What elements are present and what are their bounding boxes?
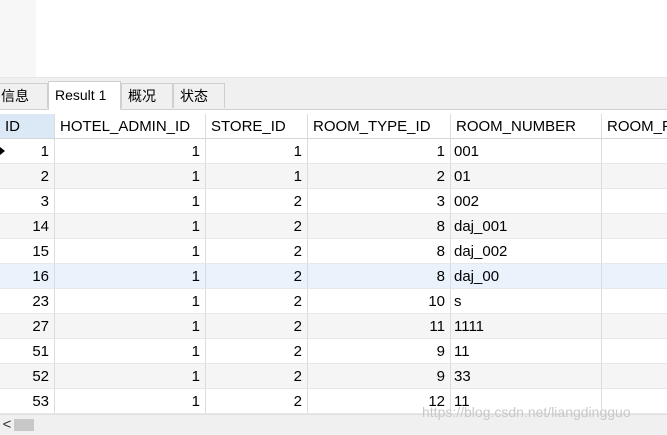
cell-room-type-id[interactable]: 11	[308, 314, 451, 339]
cell-room-f[interactable]	[602, 314, 667, 339]
cell-store-id[interactable]: 2	[206, 339, 308, 364]
table-row[interactable]: 23 1 2 10 s	[0, 289, 667, 314]
cell-store-id[interactable]: 1	[206, 164, 308, 189]
cell-room-type-id[interactable]: 9	[308, 364, 451, 389]
cell-hotel-admin-id[interactable]: 1	[55, 189, 206, 214]
table-row[interactable]: 3 1 2 3 002	[0, 189, 667, 214]
cell-hotel-admin-id[interactable]: 1	[55, 389, 206, 414]
cell-hotel-admin-id[interactable]: 1	[55, 239, 206, 264]
cell-id[interactable]: 1	[0, 139, 55, 164]
tab-result-1[interactable]: Result 1	[48, 81, 121, 110]
cell-store-id[interactable]: 2	[206, 239, 308, 264]
current-row-indicator-icon	[0, 147, 5, 155]
cell-room-number[interactable]: daj_00	[451, 264, 602, 289]
cell-id[interactable]: 52	[0, 364, 55, 389]
cell-store-id[interactable]: 2	[206, 364, 308, 389]
cell-room-f[interactable]	[602, 239, 667, 264]
grid-header: ID HOTEL_ADMIN_ID STORE_ID ROOM_TYPE_ID …	[0, 114, 667, 139]
column-header-room-f[interactable]: ROOM_F	[602, 114, 667, 139]
cell-id[interactable]: 51	[0, 339, 55, 364]
column-header-store-id[interactable]: STORE_ID	[206, 114, 308, 139]
cell-room-type-id[interactable]: 9	[308, 339, 451, 364]
cell-room-f[interactable]	[602, 264, 667, 289]
cell-room-type-id[interactable]: 1	[308, 139, 451, 164]
scroll-thumb[interactable]	[14, 419, 34, 431]
cell-room-number[interactable]: 1111	[451, 314, 602, 339]
table-row[interactable]: 1 1 1 1 001	[0, 139, 667, 164]
cell-room-type-id[interactable]: 10	[308, 289, 451, 314]
cell-room-number[interactable]: daj_002	[451, 239, 602, 264]
cell-id[interactable]: 2	[0, 164, 55, 189]
cell-id[interactable]: 14	[0, 214, 55, 239]
cell-store-id[interactable]: 2	[206, 214, 308, 239]
editor-gutter	[0, 0, 36, 77]
cell-room-number[interactable]: 01	[451, 164, 602, 189]
column-header-id[interactable]: ID	[0, 114, 55, 139]
cell-store-id[interactable]: 2	[206, 189, 308, 214]
cell-room-f[interactable]	[602, 289, 667, 314]
cell-room-number[interactable]: daj_001	[451, 214, 602, 239]
table-row[interactable]: 27 1 2 11 1111	[0, 314, 667, 339]
column-header-hotel-admin-id[interactable]: HOTEL_ADMIN_ID	[55, 114, 206, 139]
cell-room-f[interactable]	[602, 189, 667, 214]
cell-room-number[interactable]: 002	[451, 189, 602, 214]
cell-room-f[interactable]	[602, 139, 667, 164]
cell-room-f[interactable]	[602, 164, 667, 189]
cell-hotel-admin-id[interactable]: 1	[55, 339, 206, 364]
column-header-room-number[interactable]: ROOM_NUMBER	[451, 114, 602, 139]
tab-status[interactable]: 状态	[173, 83, 225, 108]
table-row[interactable]: 15 1 2 8 daj_002	[0, 239, 667, 264]
scroll-left-icon[interactable]: <	[0, 415, 14, 435]
cell-room-type-id[interactable]: 8	[308, 264, 451, 289]
tab-overview[interactable]: 概况	[121, 83, 173, 108]
cell-hotel-admin-id[interactable]: 1	[55, 289, 206, 314]
cell-id[interactable]: 23	[0, 289, 55, 314]
cell-hotel-admin-id[interactable]: 1	[55, 214, 206, 239]
cell-room-number[interactable]: s	[451, 289, 602, 314]
cell-room-number[interactable]: 11	[451, 339, 602, 364]
cell-hotel-admin-id[interactable]: 1	[55, 164, 206, 189]
cell-store-id[interactable]: 2	[206, 264, 308, 289]
table-row[interactable]: 51 1 2 9 11	[0, 339, 667, 364]
cell-room-type-id[interactable]: 2	[308, 164, 451, 189]
table-row[interactable]: 16 1 2 8 daj_00	[0, 264, 667, 289]
cell-id[interactable]: 15	[0, 239, 55, 264]
cell-id[interactable]: 27	[0, 314, 55, 339]
cell-id[interactable]: 53	[0, 389, 55, 414]
watermark: https://blog.csdn.net/liangdingguo	[422, 404, 631, 420]
cell-room-type-id[interactable]: 8	[308, 239, 451, 264]
cell-id[interactable]: 16	[0, 264, 55, 289]
table-row[interactable]: 14 1 2 8 daj_001	[0, 214, 667, 239]
cell-hotel-admin-id[interactable]: 1	[55, 364, 206, 389]
cell-room-number[interactable]: 001	[451, 139, 602, 164]
cell-room-f[interactable]	[602, 364, 667, 389]
cell-hotel-admin-id[interactable]: 1	[55, 139, 206, 164]
cell-store-id[interactable]: 2	[206, 289, 308, 314]
cell-room-type-id[interactable]: 8	[308, 214, 451, 239]
table-row[interactable]: 52 1 2 9 33	[0, 364, 667, 389]
cell-room-type-id[interactable]: 3	[308, 189, 451, 214]
sql-editor-area[interactable]	[0, 0, 667, 77]
table-row[interactable]: 2 1 1 2 01	[0, 164, 667, 189]
cell-id[interactable]: 3	[0, 189, 55, 214]
cell-room-number[interactable]: 33	[451, 364, 602, 389]
result-tabbar: 信息 Result 1 概况 状态	[0, 81, 667, 110]
column-header-room-type-id[interactable]: ROOM_TYPE_ID	[308, 114, 451, 139]
cell-hotel-admin-id[interactable]: 1	[55, 264, 206, 289]
cell-store-id[interactable]: 2	[206, 314, 308, 339]
cell-room-f[interactable]	[602, 214, 667, 239]
cell-store-id[interactable]: 2	[206, 389, 308, 414]
cell-hotel-admin-id[interactable]: 1	[55, 314, 206, 339]
cell-store-id[interactable]: 1	[206, 139, 308, 164]
tab-info[interactable]: 信息	[0, 83, 48, 108]
cell-room-f[interactable]	[602, 339, 667, 364]
